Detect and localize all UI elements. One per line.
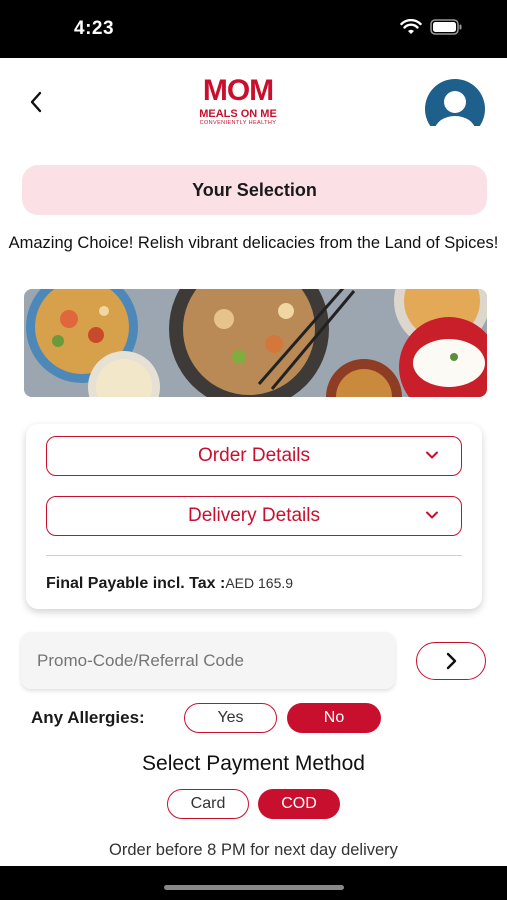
status-time: 4:23 xyxy=(74,18,115,39)
home-indicator[interactable] xyxy=(164,885,344,890)
selection-screen: 4:23 MOM MEALS ON ME CONVENIENTLY HEALTH… xyxy=(0,0,507,900)
allergies-no-button[interactable]: No xyxy=(287,703,381,733)
logo-name: MEALS ON ME xyxy=(199,108,277,120)
wifi-icon xyxy=(400,19,422,34)
final-payable: Final Payable incl. Tax :AED 165.9 xyxy=(46,575,293,593)
payment-cod-button[interactable]: COD xyxy=(258,789,340,819)
payment-card-button[interactable]: Card xyxy=(167,789,249,819)
payment-method-title: Select Payment Method xyxy=(142,752,365,775)
logo-wordmark: MOM xyxy=(202,74,274,107)
delivery-details-dropdown[interactable]: Delivery Details xyxy=(46,496,462,536)
order-details-label: Order Details xyxy=(198,445,310,466)
battery-icon xyxy=(430,19,462,35)
your-selection-header: Your Selection xyxy=(22,165,487,215)
status-bar: 4:23 xyxy=(0,0,507,58)
chevron-down-icon xyxy=(426,511,438,519)
food-banner-image xyxy=(24,289,487,397)
delivery-cutoff-note: Order before 8 PM for next day delivery xyxy=(109,841,398,859)
chevron-right-icon xyxy=(446,652,457,670)
brand-logo: MOM MEALS ON ME CONVENIENTLY HEALTHY xyxy=(186,76,290,132)
status-icons xyxy=(400,19,463,35)
payable-label: Final Payable incl. Tax : xyxy=(46,575,226,592)
logo-tagline: CONVENIENTLY HEALTHY xyxy=(199,120,277,126)
allergies-label: Any Allergies: xyxy=(31,708,145,727)
delivery-details-label: Delivery Details xyxy=(188,505,320,526)
chevron-left-icon xyxy=(30,91,42,113)
apply-promo-button[interactable] xyxy=(416,642,486,680)
order-summary-card: Order Details Delivery Details Final Pay… xyxy=(26,424,482,609)
promo-code-input[interactable] xyxy=(21,632,395,689)
home-bar xyxy=(0,866,507,900)
allergies-yes-button[interactable]: Yes xyxy=(184,703,277,733)
back-button[interactable] xyxy=(22,88,50,116)
selection-description: Amazing Choice! Relish vibrant delicacie… xyxy=(8,234,499,252)
chevron-down-icon xyxy=(426,451,438,459)
user-avatar-icon[interactable] xyxy=(424,78,486,126)
payable-amount: AED 165.9 xyxy=(225,575,294,591)
card-divider xyxy=(46,555,462,556)
order-details-dropdown[interactable]: Order Details xyxy=(46,436,462,476)
